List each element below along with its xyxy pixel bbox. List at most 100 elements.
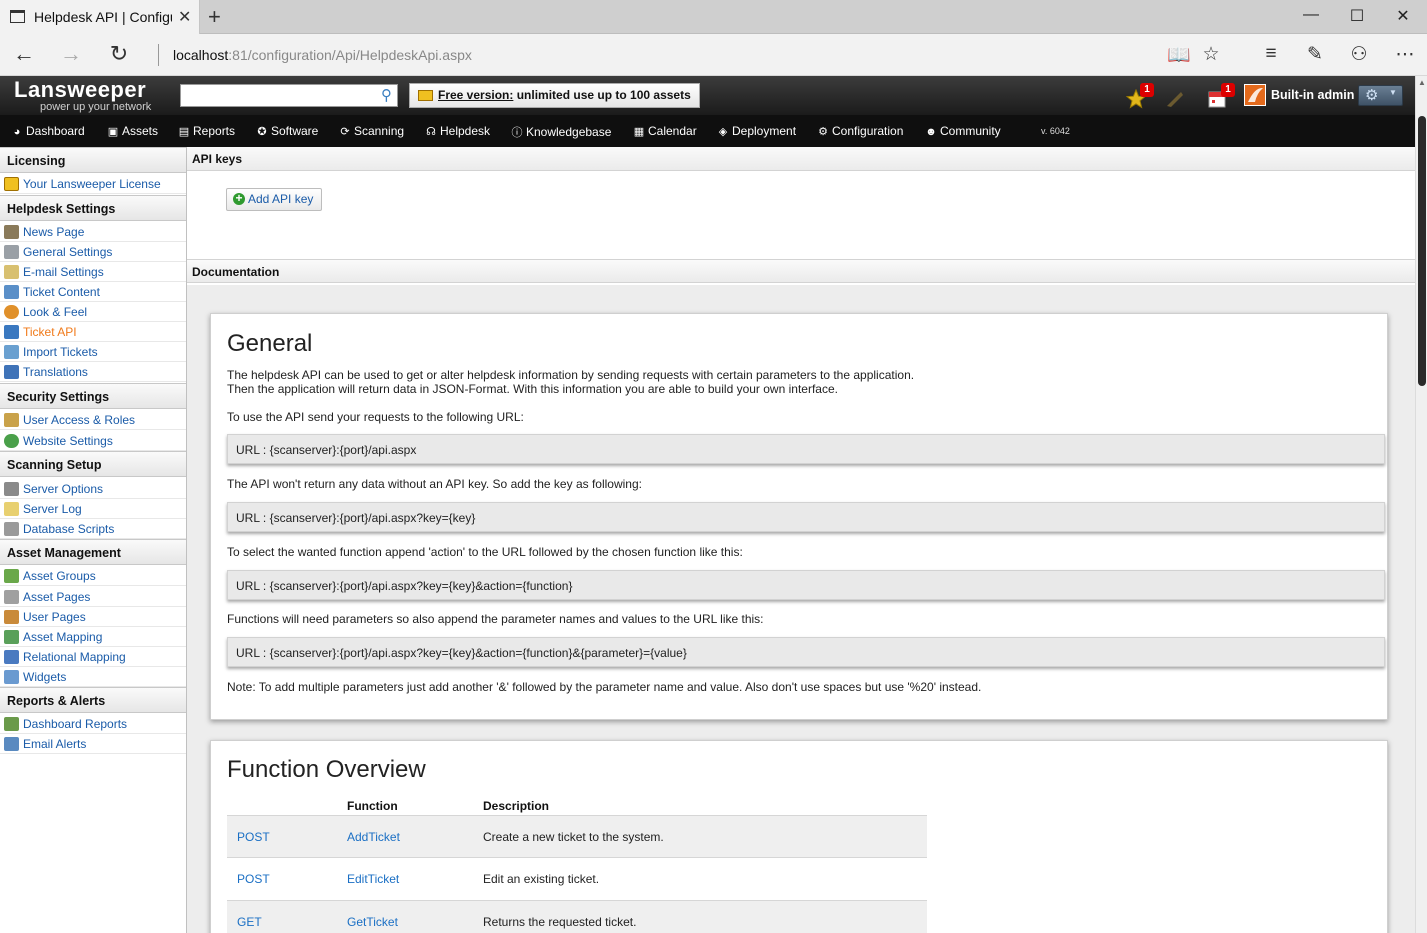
favorite-star-icon[interactable]: ☆	[1198, 43, 1224, 66]
avatar	[1244, 84, 1266, 106]
search-input[interactable]	[187, 85, 377, 105]
gear-icon: ⚙	[1365, 87, 1379, 104]
add-icon: +	[233, 192, 245, 205]
row-description: Returns the requested ticket.	[483, 915, 637, 929]
sidebar-item-asset-pages[interactable]: Asset Pages	[0, 587, 186, 607]
sidebar-item-email-settings[interactable]: E-mail Settings	[0, 262, 186, 282]
log-icon	[4, 502, 19, 516]
function-overview-card: Function Overview Function Description P…	[210, 740, 1388, 933]
code-url-params: URL : {scanserver}:{port}/api.aspx?key={…	[227, 637, 1385, 667]
widget-icon	[4, 670, 19, 684]
tab-title: Helpdesk API | Configur	[34, 9, 172, 25]
reading-view-icon[interactable]: 📖	[1166, 43, 1192, 67]
general-text-url: To use the API send your requests to the…	[227, 410, 524, 424]
scroll-up-icon[interactable]: ▲	[1418, 78, 1426, 87]
sidebar-item-email-alerts[interactable]: Email Alerts	[0, 734, 186, 754]
wrench-icon	[4, 245, 19, 259]
documentation-area: General The helpdesk API can be used to …	[187, 285, 1415, 933]
url-field[interactable]: localhost:81/configuration/Api/HelpdeskA…	[158, 44, 472, 66]
sidebar-section-licensing: Licensing	[0, 147, 186, 173]
new-tab-plus-icon[interactable]: +	[208, 4, 221, 30]
sidebar-item-user-pages[interactable]: User Pages	[0, 607, 186, 627]
forward-icon[interactable]: →	[56, 42, 86, 66]
sidebar-item-general-settings[interactable]: General Settings	[0, 242, 186, 262]
sidebar-item-translations[interactable]: Translations	[0, 362, 186, 382]
row-function[interactable]: EditTicket	[347, 872, 399, 886]
row-description: Create a new ticket to the system.	[483, 830, 664, 844]
close-tab-icon[interactable]: ✕	[178, 7, 191, 27]
broom-icon[interactable]	[1165, 90, 1187, 110]
database-icon	[4, 522, 19, 536]
sidebar-item-server-log[interactable]: Server Log	[0, 499, 186, 519]
more-icon[interactable]: ⋯	[1392, 43, 1418, 66]
palette-icon	[4, 305, 19, 319]
general-note: Note: To add multiple parameters just ad…	[227, 680, 982, 694]
sidebar-item-import-tickets[interactable]: Import Tickets	[0, 342, 186, 362]
web-note-icon[interactable]: ✎	[1302, 43, 1328, 66]
sidebar-item-database-scripts[interactable]: Database Scripts	[0, 519, 186, 539]
col-function: Function	[347, 799, 398, 813]
hub-icon[interactable]: ≡	[1258, 43, 1284, 65]
sidebar-item-ticket-api[interactable]: Ticket API	[0, 322, 186, 342]
server-icon	[4, 482, 19, 496]
sidebar-item-look-feel[interactable]: Look & Feel	[0, 302, 186, 322]
scroll-thumb[interactable]	[1418, 116, 1426, 386]
row-function[interactable]: AddTicket	[347, 830, 400, 844]
window-close-icon[interactable]: ✕	[1388, 6, 1418, 26]
browser-tab[interactable]: Helpdesk API | Configur ✕	[0, 0, 200, 34]
add-api-key-button[interactable]: + Add API key	[226, 188, 323, 211]
sidebar-item-news-page[interactable]: News Page	[0, 222, 186, 242]
menu-community[interactable]: ☻ Community	[925, 124, 1000, 138]
sidebar-item-user-access[interactable]: User Access & Roles	[0, 410, 186, 430]
sidebar-item-widgets[interactable]: Widgets	[0, 667, 186, 687]
menu-calendar[interactable]: ▦ Calendar	[633, 124, 697, 138]
page-scrollbar[interactable]: ▲	[1415, 76, 1427, 933]
menu-helpdesk[interactable]: ☊ Helpdesk	[425, 124, 490, 138]
table-row: POST EditTicket Edit an existing ticket.	[227, 858, 927, 901]
user-access-icon	[4, 413, 19, 427]
sidebar-item-license[interactable]: Your Lansweeper License	[0, 174, 186, 194]
row-method[interactable]: POST	[237, 872, 270, 886]
code-url-base: URL : {scanserver}:{port}/api.aspx	[227, 434, 1385, 464]
sidebar-item-asset-mapping[interactable]: Asset Mapping	[0, 627, 186, 647]
lansweeper-logo[interactable]: Lansweeper power up your network	[14, 79, 151, 114]
settings-button[interactable]: ⚙ ▼	[1358, 85, 1403, 106]
free-version-banner[interactable]: Free version: unlimited use up to 100 as…	[409, 83, 700, 108]
address-bar: ← → ↻ localhost:81/configuration/Api/Hel…	[0, 34, 1427, 76]
sidebar-item-asset-groups[interactable]: Asset Groups	[0, 566, 186, 586]
scanning-icon: ⟳	[340, 126, 350, 138]
back-icon[interactable]: ←	[9, 42, 39, 66]
menu-scanning[interactable]: ⟳ Scanning	[339, 124, 404, 138]
sidebar-item-dashboard-reports[interactable]: Dashboard Reports	[0, 714, 186, 734]
menu-assets[interactable]: ▣ Assets	[107, 124, 158, 138]
maximize-icon[interactable]: ☐	[1342, 6, 1372, 26]
news-icon	[4, 225, 19, 239]
chevron-down-icon: ▼	[1389, 88, 1397, 97]
minimize-icon[interactable]: —	[1296, 6, 1326, 24]
sidebar-item-relational-mapping[interactable]: Relational Mapping	[0, 647, 186, 667]
menu-configuration[interactable]: ⚙ Configuration	[817, 124, 903, 138]
sidebar-item-website-settings[interactable]: Website Settings	[0, 431, 186, 451]
menu-reports[interactable]: ▤ Reports	[178, 124, 235, 138]
menu-knowledgebase[interactable]: ⓘ Knowledgebase	[511, 124, 612, 140]
general-intro-1: The helpdesk API can be used to get or a…	[227, 368, 915, 382]
configuration-icon: ⚙	[818, 126, 828, 138]
general-text-action: To select the wanted function append 'ac…	[227, 545, 743, 559]
globe-icon	[4, 434, 19, 448]
search-icon[interactable]: ⚲	[381, 86, 392, 104]
general-text-params: Functions will need parameters so also a…	[227, 612, 764, 626]
share-icon[interactable]: ⚇	[1346, 43, 1372, 66]
page-icon	[10, 10, 25, 23]
menu-dashboard[interactable]: ◕ Dashboard	[11, 124, 85, 138]
favorites-badge: 1	[1140, 83, 1154, 97]
user-name: Built-in admin	[1271, 88, 1355, 102]
row-function[interactable]: GetTicket	[347, 915, 398, 929]
menu-software[interactable]: ✪ Software	[256, 124, 318, 138]
sidebar-item-server-options[interactable]: Server Options	[0, 479, 186, 499]
refresh-icon[interactable]: ↻	[104, 42, 134, 66]
row-method[interactable]: POST	[237, 830, 270, 844]
row-method[interactable]: GET	[237, 915, 262, 929]
sidebar-item-ticket-content[interactable]: Ticket Content	[0, 282, 186, 302]
info-icon: ⓘ	[511, 127, 523, 139]
menu-deployment[interactable]: ◈ Deployment	[717, 124, 796, 138]
